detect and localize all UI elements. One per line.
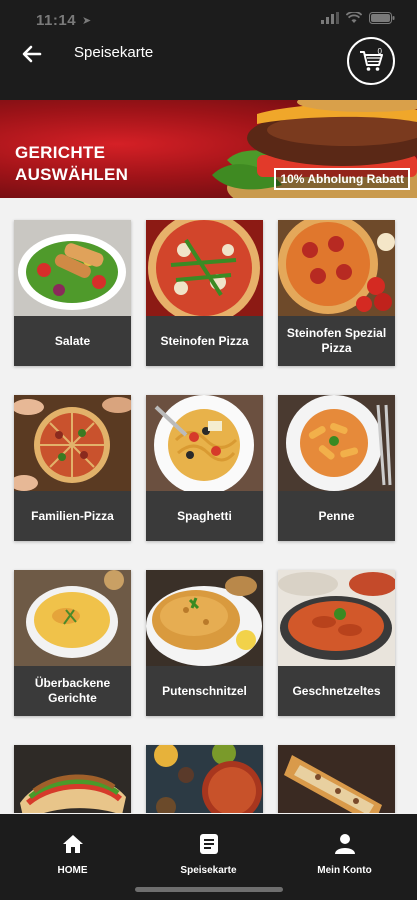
page-title: Speisekarte xyxy=(74,44,154,61)
category-card-penne[interactable]: Penne xyxy=(278,395,395,541)
category-card-ueberbackene-gerichte[interactable]: Überbackene Gerichte xyxy=(14,570,131,716)
nav-mein-konto-label: Mein Konto xyxy=(317,865,372,876)
discount-badge: 10% Abholung Rabatt xyxy=(274,168,410,190)
salad-image xyxy=(14,220,131,316)
category-label: Penne xyxy=(278,491,395,541)
penne-image xyxy=(278,395,395,491)
category-card-pide[interactable] xyxy=(278,745,395,813)
geschnetzeltes-image xyxy=(278,570,395,666)
banner-heading-line2: AUSWÄHLEN xyxy=(15,165,129,184)
category-label: Spaghetti xyxy=(146,491,263,541)
gratin-image xyxy=(14,570,131,666)
category-card-steinofen-pizza[interactable]: Steinofen Pizza xyxy=(146,220,263,366)
home-icon xyxy=(62,835,83,853)
top-app-bar: 11:14 ➤ Speisekarte 0 xyxy=(0,0,417,100)
nav-home[interactable]: HOME xyxy=(3,814,142,900)
category-label: Familien-Pizza xyxy=(14,491,131,541)
schnitzel-image xyxy=(146,570,263,666)
promo-banner: GERICHTE AUSWÄHLEN 10% Abholung Rabatt xyxy=(0,100,417,198)
status-indicators xyxy=(321,12,395,24)
status-time: 11:14 ➤ xyxy=(36,12,92,29)
nav-home-label: HOME xyxy=(57,865,88,876)
category-card-geschnetzeltes[interactable]: Geschnetzeltes xyxy=(278,570,395,716)
category-card-spaghetti[interactable]: Spaghetti xyxy=(146,395,263,541)
category-card-familien-pizza[interactable]: Familien-Pizza xyxy=(14,395,131,541)
category-card-salate[interactable]: Salate xyxy=(14,220,131,366)
banner-heading-line1: GERICHTE xyxy=(15,143,106,162)
category-label: Überbackene Gerichte xyxy=(14,666,131,716)
category-label: Geschnetzeltes xyxy=(278,666,395,716)
pizza-salami-image xyxy=(278,220,395,316)
spaghetti-image xyxy=(146,395,263,491)
category-grid: Salate Steinofen Pizza Steinofen Spezial… xyxy=(0,198,417,813)
nav-speisekarte-label: Speisekarte xyxy=(180,865,237,876)
spice-bowls-image xyxy=(146,745,263,813)
banner-heading: GERICHTE AUSWÄHLEN xyxy=(15,142,128,186)
category-card-doner[interactable] xyxy=(14,745,131,813)
nav-mein-konto[interactable]: Mein Konto xyxy=(275,814,414,900)
category-label: Steinofen Spezial Pizza xyxy=(278,316,395,366)
category-label: Putenschnitzel xyxy=(146,666,263,716)
cart-button[interactable]: 0 xyxy=(347,37,395,85)
family-pizza-image xyxy=(14,395,131,491)
menu-list-icon xyxy=(199,834,218,854)
back-arrow-icon[interactable] xyxy=(20,42,44,66)
category-card-putenschnitzel[interactable]: Putenschnitzel xyxy=(146,570,263,716)
signal-icon xyxy=(321,12,339,24)
status-time-text: 11:14 xyxy=(36,12,77,29)
pide-image xyxy=(278,745,395,813)
category-card-spices[interactable] xyxy=(146,745,263,813)
category-card-steinofen-spezial-pizza[interactable]: Steinofen Spezial Pizza xyxy=(278,220,395,366)
category-label: Steinofen Pizza xyxy=(146,316,263,366)
category-label: Salate xyxy=(14,316,131,366)
location-arrow-icon: ➤ xyxy=(82,15,92,27)
pizza-image xyxy=(146,220,263,316)
doner-image xyxy=(14,745,131,813)
user-icon xyxy=(334,834,355,854)
home-indicator xyxy=(135,887,283,892)
wifi-icon xyxy=(346,12,362,23)
cart-count-badge: 0 xyxy=(377,47,382,56)
battery-icon xyxy=(369,12,395,24)
